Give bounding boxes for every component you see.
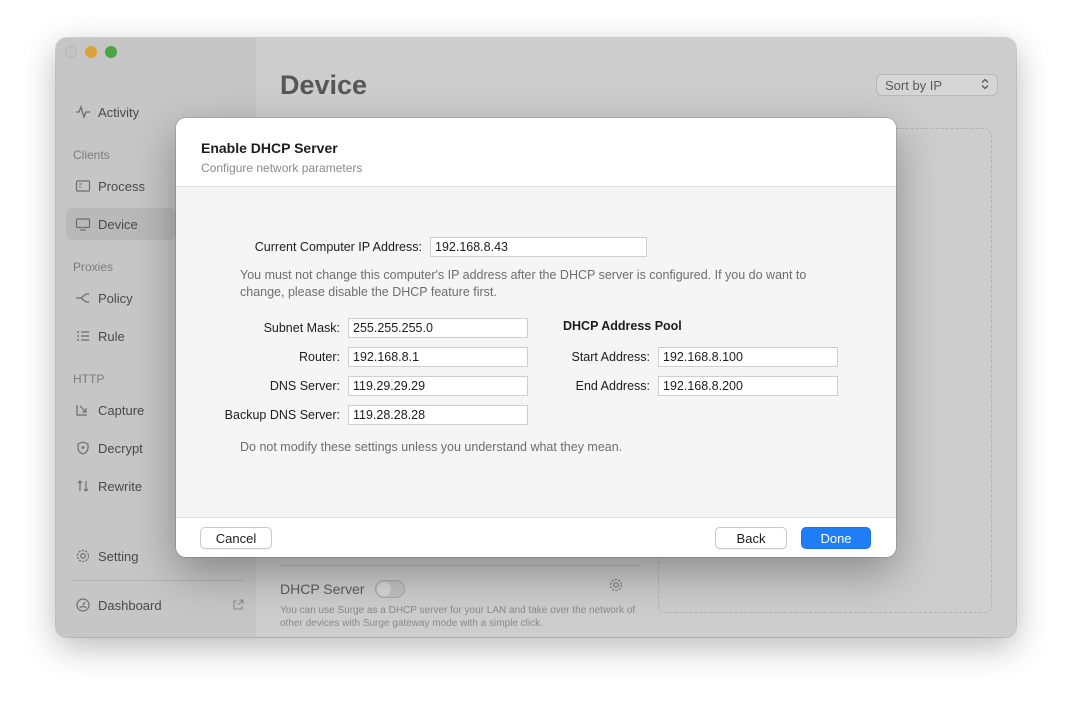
sidebar-divider xyxy=(72,580,244,581)
sidebar-item-label: Policy xyxy=(98,290,133,306)
sidebar-item-label: Device xyxy=(98,216,138,232)
zoom-window-button[interactable] xyxy=(105,46,117,58)
rule-list-icon xyxy=(74,327,92,345)
sidebar-item-label: Capture xyxy=(98,402,145,418)
dhcp-settings-gear-icon[interactable] xyxy=(608,577,624,598)
dialog-header: Enable DHCP Server Configure network par… xyxy=(176,118,896,187)
sort-select-value: Sort by IP xyxy=(885,77,943,93)
cancel-button[interactable]: Cancel xyxy=(200,527,272,549)
dhcp-server-row: DHCP Server xyxy=(280,580,405,598)
dashboard-icon xyxy=(74,596,92,614)
current-ip-label: Current Computer IP Address: xyxy=(254,240,422,254)
dhcp-server-description: You can use Surge as a DHCP server for y… xyxy=(280,605,636,629)
backup-dns-label: Backup DNS Server: xyxy=(224,408,340,422)
section-label-clients: Clients xyxy=(73,148,110,162)
dialog-footer: Cancel Back Done xyxy=(176,517,896,557)
process-window-icon xyxy=(74,177,92,195)
main-divider xyxy=(280,565,640,566)
dns-server-label: DNS Server: xyxy=(269,379,340,393)
sidebar-item-label: Rule xyxy=(98,328,125,344)
done-button[interactable]: Done xyxy=(801,527,871,549)
router-field[interactable] xyxy=(348,347,528,367)
dhcp-pool-heading: DHCP Address Pool xyxy=(563,319,682,333)
end-address-field[interactable] xyxy=(658,376,838,396)
capture-icon xyxy=(74,401,92,419)
sidebar-item-dashboard[interactable]: Dashboard xyxy=(66,589,246,621)
router-label: Router: xyxy=(299,350,340,364)
dns-server-field[interactable] xyxy=(348,376,528,396)
sidebar-item-label: Decrypt xyxy=(98,440,143,456)
sidebar-item-label: Activity xyxy=(98,104,140,120)
start-address-field[interactable] xyxy=(658,347,838,367)
policy-branch-icon xyxy=(74,289,92,307)
sort-select[interactable]: Sort by IP xyxy=(876,74,998,96)
start-address-label: Start Address: xyxy=(571,350,650,364)
chevron-updown-icon xyxy=(981,78,989,93)
pulse-icon xyxy=(74,103,92,121)
page-title: Device xyxy=(280,70,368,100)
back-button[interactable]: Back xyxy=(715,527,787,549)
traffic-lights xyxy=(65,46,117,58)
external-link-icon[interactable] xyxy=(232,598,244,616)
minimize-window-button[interactable] xyxy=(85,46,97,58)
shield-icon xyxy=(74,439,92,457)
section-label-proxies: Proxies xyxy=(73,260,114,274)
section-label-http: HTTP xyxy=(73,372,105,386)
sidebar-item-label: Rewrite xyxy=(98,478,143,494)
dhcp-server-toggle[interactable] xyxy=(374,580,405,598)
ip-change-note: You must not change this computer's IP a… xyxy=(240,268,807,299)
gear-icon xyxy=(74,547,92,565)
enable-dhcp-dialog: Enable DHCP Server Configure network par… xyxy=(176,118,896,557)
dhcp-server-title: DHCP Server xyxy=(280,581,365,597)
sidebar-item-label: Process xyxy=(98,178,145,194)
sidebar-item-label: Setting xyxy=(98,548,139,564)
subnet-mask-field[interactable] xyxy=(348,318,528,338)
monitor-icon xyxy=(74,215,92,233)
backup-dns-field[interactable] xyxy=(348,405,528,425)
settings-warning-note: Do not modify these settings unless you … xyxy=(240,440,623,454)
sidebar-item-label: Dashboard xyxy=(98,597,162,613)
dialog-subtitle: Configure network parameters xyxy=(201,161,363,175)
dialog-title: Enable DHCP Server xyxy=(201,140,338,156)
current-ip-field[interactable] xyxy=(430,237,647,257)
sidebar-item-device[interactable]: Device xyxy=(66,208,176,240)
rewrite-arrows-icon xyxy=(74,477,92,495)
subnet-mask-label: Subnet Mask: xyxy=(263,321,340,335)
end-address-label: End Address: xyxy=(575,379,650,393)
close-window-button[interactable] xyxy=(65,46,77,58)
